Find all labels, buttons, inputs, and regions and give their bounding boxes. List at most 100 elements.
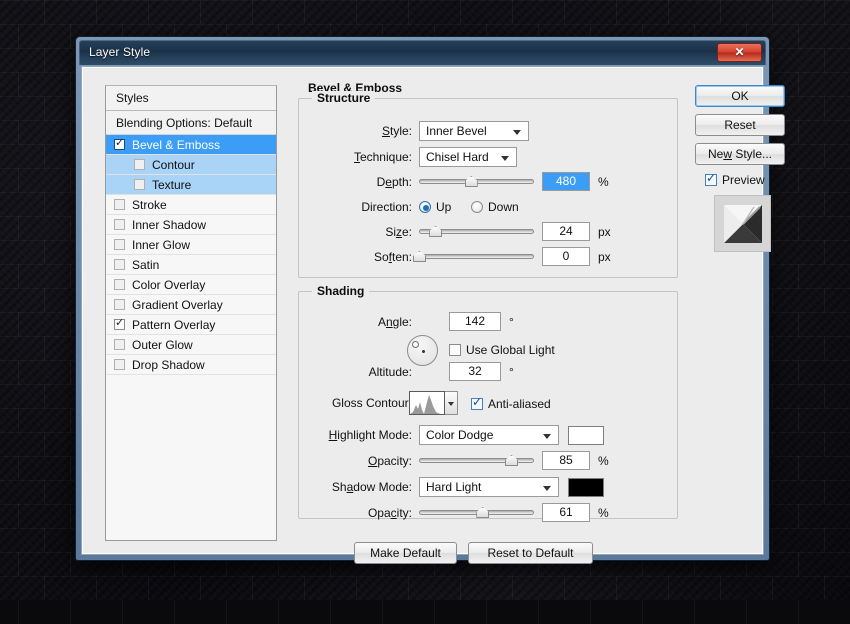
sidebar-item-contour[interactable]: Contour [106,155,276,175]
angle-dial-center [422,350,425,353]
shadow-opacity-handle[interactable] [476,507,489,518]
chevron-down-icon [501,156,509,161]
preview-checkbox[interactable]: Preview [705,173,765,187]
sidebar-item-outer-glow[interactable]: Outer Glow [106,335,276,355]
sidebar-item-inner-glow[interactable]: Inner Glow [106,235,276,255]
close-icon[interactable]: ✕ [717,43,762,62]
altitude-unit: ° [509,365,514,379]
sidebar-item-bevel-emboss[interactable]: Bevel & Emboss [106,135,276,155]
structure-legend: Structure [312,91,375,105]
size-slider-handle[interactable] [429,226,442,237]
styles-sidebar: Styles Blending Options: Default Bevel &… [105,85,277,541]
chevron-down-icon [513,130,521,135]
highlight-opacity-input[interactable]: 85 [542,451,590,470]
direction-label: Direction: [361,200,412,214]
anti-aliased-checkbox[interactable]: Anti-aliased [471,397,551,411]
shadow-opacity-unit: % [598,506,609,520]
style-select[interactable]: Inner Bevel [419,121,529,141]
checkbox-icon[interactable] [134,159,145,170]
angle-unit: ° [509,315,514,329]
use-global-light-checkbox[interactable]: Use Global Light [449,343,555,357]
highlight-color-swatch[interactable] [568,426,604,445]
highlight-opacity-slider[interactable] [419,451,534,469]
size-slider[interactable] [419,222,534,240]
reset-to-default-button[interactable]: Reset to Default [468,542,593,564]
make-default-button[interactable]: Make Default [354,542,457,564]
sidebar-item-label: Gradient Overlay [132,295,223,315]
reset-button[interactable]: Reset [695,114,785,136]
technique-select-value: Chisel Hard [426,150,489,164]
sidebar-item-label: Outer Glow [132,335,193,355]
styles-header: Styles [106,86,276,111]
brick-row [0,600,850,624]
checkbox-icon[interactable] [114,279,125,290]
altitude-input[interactable]: 32 [449,362,501,381]
soften-input[interactable]: 0 [542,247,590,266]
depth-slider-handle[interactable] [465,176,478,187]
styles-list: Bevel & EmbossContourTextureStrokeInner … [106,135,276,375]
sidebar-item-inner-shadow[interactable]: Inner Shadow [106,215,276,235]
soften-slider[interactable] [419,247,534,265]
checkbox-icon[interactable] [114,259,125,270]
preview-checkbox-control[interactable]: Preview [705,173,765,187]
size-input[interactable]: 24 [542,222,590,241]
checkbox-icon[interactable] [114,299,125,310]
sidebar-item-drop-shadow[interactable]: Drop Shadow [106,355,276,375]
shadow-mode-select[interactable]: Hard Light [419,477,559,497]
checkbox-icon[interactable] [114,319,125,330]
use-global-light-label: Use Global Light [466,343,555,357]
sidebar-item-label: Stroke [132,195,167,215]
dialog-titlebar[interactable]: Layer Style ✕ [79,40,766,65]
preview-thumbnail [714,195,771,252]
angle-input[interactable]: 142 [449,312,501,331]
shadow-color-swatch[interactable] [568,478,604,497]
shadow-opacity-slider[interactable] [419,503,534,521]
sidebar-item-color-overlay[interactable]: Color Overlay [106,275,276,295]
direction-up-label: Up [436,200,451,214]
chevron-down-icon [543,434,551,439]
sidebar-item-stroke[interactable]: Stroke [106,195,276,215]
checkbox-icon[interactable] [114,359,125,370]
checkbox-icon [471,398,483,410]
checkbox-icon [449,344,461,356]
shadow-opacity-input[interactable]: 61 [542,503,590,522]
angle-label: Angle: [378,315,412,329]
highlight-mode-select[interactable]: Color Dodge [419,425,559,445]
size-label: Size: [385,225,412,239]
size-unit: px [598,225,611,239]
highlight-opacity-handle[interactable] [505,455,518,466]
sidebar-item-pattern-overlay[interactable]: Pattern Overlay [106,315,276,335]
new-style-button[interactable]: New Style... [695,143,785,165]
soften-slider-handle[interactable] [413,251,426,262]
checkbox-icon[interactable] [114,219,125,230]
checkbox-icon[interactable] [114,199,125,210]
direction-down-label: Down [488,200,519,214]
checkbox-icon[interactable] [114,339,125,350]
direction-radio-up[interactable]: Up [419,200,451,214]
direction-radio-down[interactable]: Down [471,200,519,214]
shading-group: Shading Angle: 142 ° Use Global Light Al… [298,291,678,519]
checkbox-icon[interactable] [114,239,125,250]
sidebar-item-gradient-overlay[interactable]: Gradient Overlay [106,295,276,315]
effect-panel: Bevel & Emboss Structure Style: Inner Be… [298,85,678,541]
depth-input[interactable]: 480 [542,172,590,191]
sidebar-item-satin[interactable]: Satin [106,255,276,275]
soften-label: Soften: [374,250,412,264]
gloss-contour-dropdown[interactable] [445,391,458,415]
shadow-mode-label: Shadow Mode: [332,480,412,494]
highlight-mode-label: Highlight Mode: [329,428,412,442]
sidebar-item-label: Inner Glow [132,235,190,255]
layer-style-dialog: Layer Style ✕ Styles Blending Options: D… [75,36,770,561]
ok-button[interactable]: OK [695,85,785,107]
checkbox-icon[interactable] [114,139,125,150]
sidebar-item-label: Texture [152,175,191,195]
gloss-contour-thumbnail[interactable] [409,391,445,415]
blending-options-item[interactable]: Blending Options: Default [106,111,276,135]
sidebar-item-texture[interactable]: Texture [106,175,276,195]
checkbox-icon[interactable] [134,179,145,190]
angle-dial-handle[interactable] [412,341,419,348]
depth-slider[interactable] [419,172,534,190]
brick-row [0,0,850,24]
technique-select[interactable]: Chisel Hard [419,147,517,167]
radio-dot-icon [471,201,483,213]
